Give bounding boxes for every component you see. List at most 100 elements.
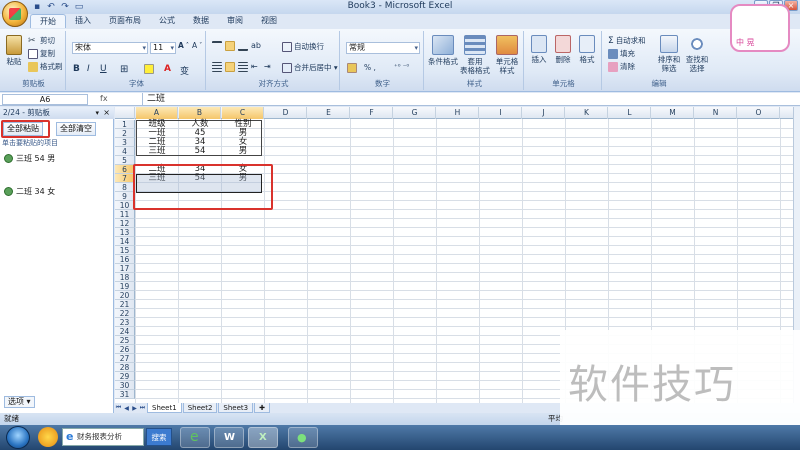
column-header[interactable]: N <box>695 107 737 119</box>
column-header[interactable]: M <box>652 107 694 119</box>
tab-home[interactable]: 开始 <box>30 14 66 28</box>
align-bottom-icon[interactable] <box>238 41 248 51</box>
column-header[interactable]: O <box>738 107 780 119</box>
tab-review[interactable]: 审阅 <box>218 14 252 28</box>
underline-button[interactable]: U <box>100 64 107 74</box>
sheet-tab[interactable]: Sheet1 <box>147 403 182 413</box>
row-header[interactable]: 7 <box>115 174 135 183</box>
wrap-text-button[interactable]: 自动换行 <box>282 41 324 52</box>
fx-icon[interactable]: fx <box>100 94 108 103</box>
row-header[interactable]: 14 <box>115 237 135 246</box>
row-header[interactable]: 20 <box>115 291 135 300</box>
row-header[interactable]: 13 <box>115 228 135 237</box>
indent-icon[interactable]: ⇤ <box>251 62 261 72</box>
column-header[interactable]: K <box>566 107 608 119</box>
row-header[interactable]: 1 <box>115 120 135 129</box>
prev-sheet-icon[interactable]: ◀ <box>123 405 130 412</box>
conditional-format-button[interactable]: 条件格式 <box>428 35 458 66</box>
find-select-button[interactable]: 查找和 选择 <box>684 35 710 73</box>
align-center-icon[interactable] <box>225 62 235 72</box>
orientation-icon[interactable]: ab <box>251 41 261 51</box>
sheet-tab[interactable]: Sheet3 <box>218 403 254 413</box>
decimal-buttons[interactable]: ⁺⁰ ⁻⁰ <box>394 63 409 71</box>
tab-insert[interactable]: 插入 <box>66 14 100 28</box>
row-header[interactable]: 23 <box>115 318 135 327</box>
shrink-font-button[interactable]: A ˅ <box>192 41 202 50</box>
column-header[interactable]: B <box>179 107 221 119</box>
column-header[interactable]: H <box>437 107 479 119</box>
row-header[interactable]: 10 <box>115 201 135 210</box>
first-sheet-icon[interactable]: ⏮ <box>115 404 122 412</box>
column-header[interactable]: E <box>308 107 350 119</box>
row-header[interactable]: 15 <box>115 246 135 255</box>
excel-taskbar-icon[interactable]: X <box>248 427 278 448</box>
tab-data[interactable]: 数据 <box>184 14 218 28</box>
clipboard-item[interactable]: 三班 54 男 <box>4 153 55 164</box>
row-header[interactable]: 29 <box>115 372 135 381</box>
row-header[interactable]: 4 <box>115 147 135 156</box>
row-header[interactable]: 25 <box>115 336 135 345</box>
next-sheet-icon[interactable]: ▶ <box>131 405 138 412</box>
row-header[interactable]: 12 <box>115 219 135 228</box>
clear-all-button[interactable]: 全部清空 <box>56 122 96 136</box>
row-header[interactable]: 17 <box>115 264 135 273</box>
row-header[interactable]: 19 <box>115 282 135 291</box>
insert-cells-button[interactable]: 插入 <box>528 35 550 64</box>
row-header[interactable]: 26 <box>115 345 135 354</box>
row-header[interactable]: 18 <box>115 273 135 282</box>
cell[interactable]: 男 <box>222 147 264 156</box>
select-all-corner[interactable] <box>115 107 135 119</box>
column-header[interactable]: J <box>523 107 565 119</box>
row-header[interactable]: 9 <box>115 192 135 201</box>
vertical-align-buttons[interactable]: ab <box>212 41 261 51</box>
clipboard-item[interactable]: 二班 34 女 <box>4 186 55 197</box>
row-header[interactable]: 6 <box>115 165 135 174</box>
row-header[interactable]: 5 <box>115 156 135 165</box>
row-header[interactable]: 8 <box>115 183 135 192</box>
font-color-button[interactable]: A <box>164 64 171 74</box>
format-as-table-button[interactable]: 套用 表格格式 <box>460 35 490 75</box>
font-name-select[interactable]: 宋体 <box>72 42 148 54</box>
app-icon[interactable] <box>38 427 58 447</box>
merge-center-button[interactable]: 合并后居中 ▾ <box>282 62 338 73</box>
align-top-icon[interactable] <box>212 41 222 51</box>
row-header[interactable]: 31 <box>115 390 135 399</box>
row-header[interactable]: 28 <box>115 363 135 372</box>
tab-view[interactable]: 视图 <box>252 14 286 28</box>
options-button[interactable]: 选项 ▾ <box>4 396 35 408</box>
tab-formulas[interactable]: 公式 <box>150 14 184 28</box>
column-header[interactable]: C <box>222 107 264 119</box>
align-left-icon[interactable] <box>212 62 222 72</box>
row-header[interactable]: 16 <box>115 255 135 264</box>
align-middle-icon[interactable] <box>225 41 235 51</box>
percent-button[interactable]: % , <box>364 63 376 72</box>
format-painter-button[interactable]: 格式刷 <box>28 61 63 72</box>
office-button[interactable] <box>2 1 28 27</box>
row-header[interactable]: 21 <box>115 300 135 309</box>
column-header[interactable]: L <box>609 107 651 119</box>
insert-sheet-icon[interactable]: ✚ <box>254 403 270 413</box>
sheet-tab[interactable]: Sheet2 <box>182 403 218 413</box>
column-header[interactable]: A <box>136 107 178 119</box>
ie-taskbar-icon[interactable]: e <box>180 427 210 448</box>
clear-button[interactable]: 清除 <box>608 61 635 72</box>
row-header[interactable]: 27 <box>115 354 135 363</box>
word-taskbar-icon[interactable]: W <box>214 427 244 448</box>
paste-button[interactable]: 粘贴 <box>4 35 24 66</box>
italic-button[interactable]: I <box>87 64 90 74</box>
currency-button[interactable] <box>347 63 357 73</box>
format-cells-button[interactable]: 格式 <box>576 35 598 64</box>
wechat-taskbar-icon[interactable]: ● <box>288 427 318 448</box>
fill-button[interactable]: 填充 <box>608 48 635 59</box>
align-right-icon[interactable] <box>238 62 248 72</box>
row-header[interactable]: 3 <box>115 138 135 147</box>
cell[interactable]: 三班 <box>136 147 178 156</box>
cell[interactable]: 54 <box>179 147 221 156</box>
row-header[interactable]: 2 <box>115 129 135 138</box>
column-header[interactable]: F <box>351 107 393 119</box>
cut-button[interactable]: ✂ 剪切 <box>28 35 55 46</box>
row-header[interactable]: 22 <box>115 309 135 318</box>
cell-styles-button[interactable]: 单元格 样式 <box>492 35 522 75</box>
fill-color-button[interactable] <box>144 64 154 74</box>
delete-cells-button[interactable]: 删除 <box>552 35 574 64</box>
